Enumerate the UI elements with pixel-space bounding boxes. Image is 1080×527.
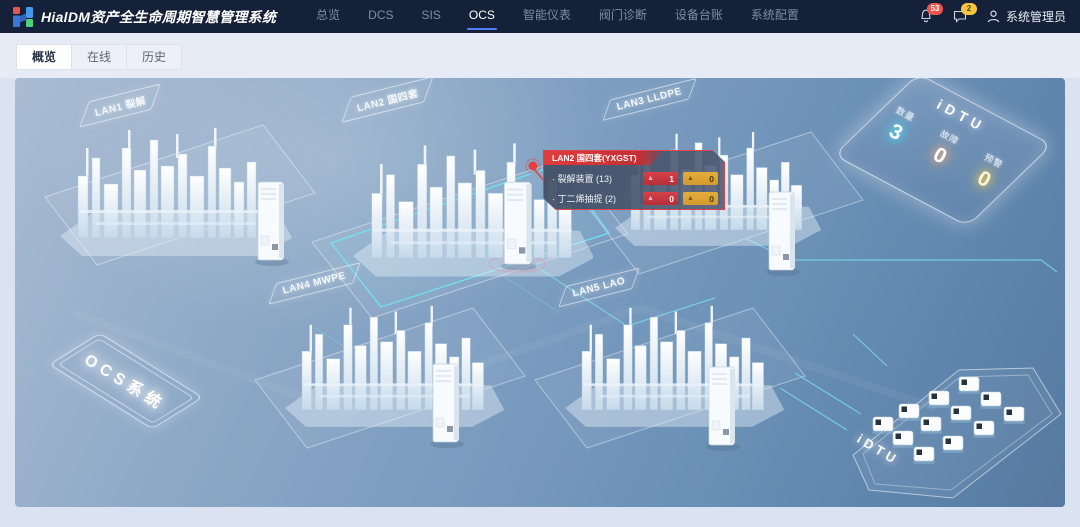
tab-online[interactable]: 在线 [72, 44, 127, 70]
alarm-bell-button[interactable]: 53 [918, 8, 936, 26]
lan2-tooltip: LAN2 国四套(YXGST) · 裂解装置 (13) ▲ 1 ▲ 0 · 丁二… [543, 150, 725, 210]
warning-triangle-icon: ▲ [687, 175, 694, 182]
server-icon [252, 178, 292, 268]
nav-menu-item-sis[interactable]: SIS [408, 0, 455, 33]
alarm-count-chip: ▲ 0 [643, 192, 678, 205]
message-count-badge: 2 [961, 3, 977, 15]
stat-count: 数量 3 [881, 103, 917, 148]
brand: HialDM资产全生命周期智慧管理系统 [12, 6, 276, 28]
server-icon [498, 178, 540, 273]
tab-overview[interactable]: 概览 [16, 44, 72, 70]
nav-menu-item-equipment-ledger[interactable]: 设备台账 [661, 0, 737, 33]
tooltip-header: LAN2 国四套(YXGST) [544, 151, 663, 165]
tooltip-row-name: · 丁二烯抽提 (2) [552, 192, 638, 205]
stat-value: 0 [969, 164, 998, 195]
nav-menu-item-ocs[interactable]: OCS [455, 0, 509, 33]
warning-triangle-icon: ▲ [647, 175, 654, 182]
factory-icon [285, 296, 510, 432]
nav-menu-item-dcs[interactable]: DCS [354, 0, 407, 33]
stat-value: 3 [881, 117, 910, 148]
top-navbar: HialDM资产全生命周期智慧管理系统 总览 DCS SIS OCS 智能仪表 … [0, 0, 1080, 33]
alarm-count-badge: 53 [927, 3, 943, 15]
nav-menu: 总览 DCS SIS OCS 智能仪表 阀门诊断 设备台账 系统配置 [302, 0, 813, 33]
warning-count-chip: ▲ 0 [683, 192, 718, 205]
nav-menu-item-instruments[interactable]: 智能仪表 [509, 0, 585, 33]
nav-menu-item-system-config[interactable]: 系统配置 [737, 0, 813, 33]
warning-count: 0 [709, 194, 714, 204]
tooltip-row-name: · 裂解装置 (13) [552, 172, 638, 185]
nav-right: 53 2 系统管理员 [918, 8, 1066, 26]
tooltip-row: · 裂解装置 (13) ▲ 1 ▲ 0 [552, 171, 718, 186]
factory-icon [565, 296, 790, 432]
warning-triangle-icon: ▲ [687, 195, 694, 202]
warning-count: 0 [709, 174, 714, 184]
server-icon [427, 360, 467, 450]
alarm-count-chip: ▲ 1 [643, 172, 678, 185]
server-icon [703, 363, 743, 453]
message-button[interactable]: 2 [952, 8, 970, 26]
tab-bar: 概览 在线 历史 [0, 33, 1080, 78]
tab-history[interactable]: 历史 [127, 44, 182, 70]
idtu-device-cluster[interactable]: iDTU [841, 350, 1065, 507]
alarm-count: 1 [669, 174, 674, 184]
stat-fault: 故障 0 [925, 127, 961, 172]
user-icon [986, 9, 1001, 24]
server-icon [763, 188, 803, 278]
warning-triangle-icon: ▲ [647, 195, 654, 202]
tooltip-row: · 丁二烯抽提 (2) ▲ 0 ▲ 0 [552, 191, 718, 206]
stat-warning: 预警 0 [969, 150, 1005, 195]
nav-menu-item-overview[interactable]: 总览 [302, 0, 354, 33]
tooltip-title: LAN2 国四套(YXGST) [552, 152, 637, 164]
user-name: 系统管理员 [1006, 8, 1066, 25]
alarm-count: 0 [669, 194, 674, 204]
idtu-platform [841, 350, 1065, 507]
scene-canvas[interactable]: LAN1 裂解 LAN2 国四套 LAN3 LLDPE LAN4 MWPE LA… [15, 78, 1065, 507]
warning-count-chip: ▲ 0 [683, 172, 718, 185]
nav-menu-item-valve-diagnosis[interactable]: 阀门诊断 [585, 0, 661, 33]
user-menu[interactable]: 系统管理员 [986, 8, 1066, 25]
app-title: HialDM资产全生命周期智慧管理系统 [41, 7, 276, 27]
stat-value: 0 [925, 141, 954, 172]
app-logo-icon [12, 6, 34, 28]
